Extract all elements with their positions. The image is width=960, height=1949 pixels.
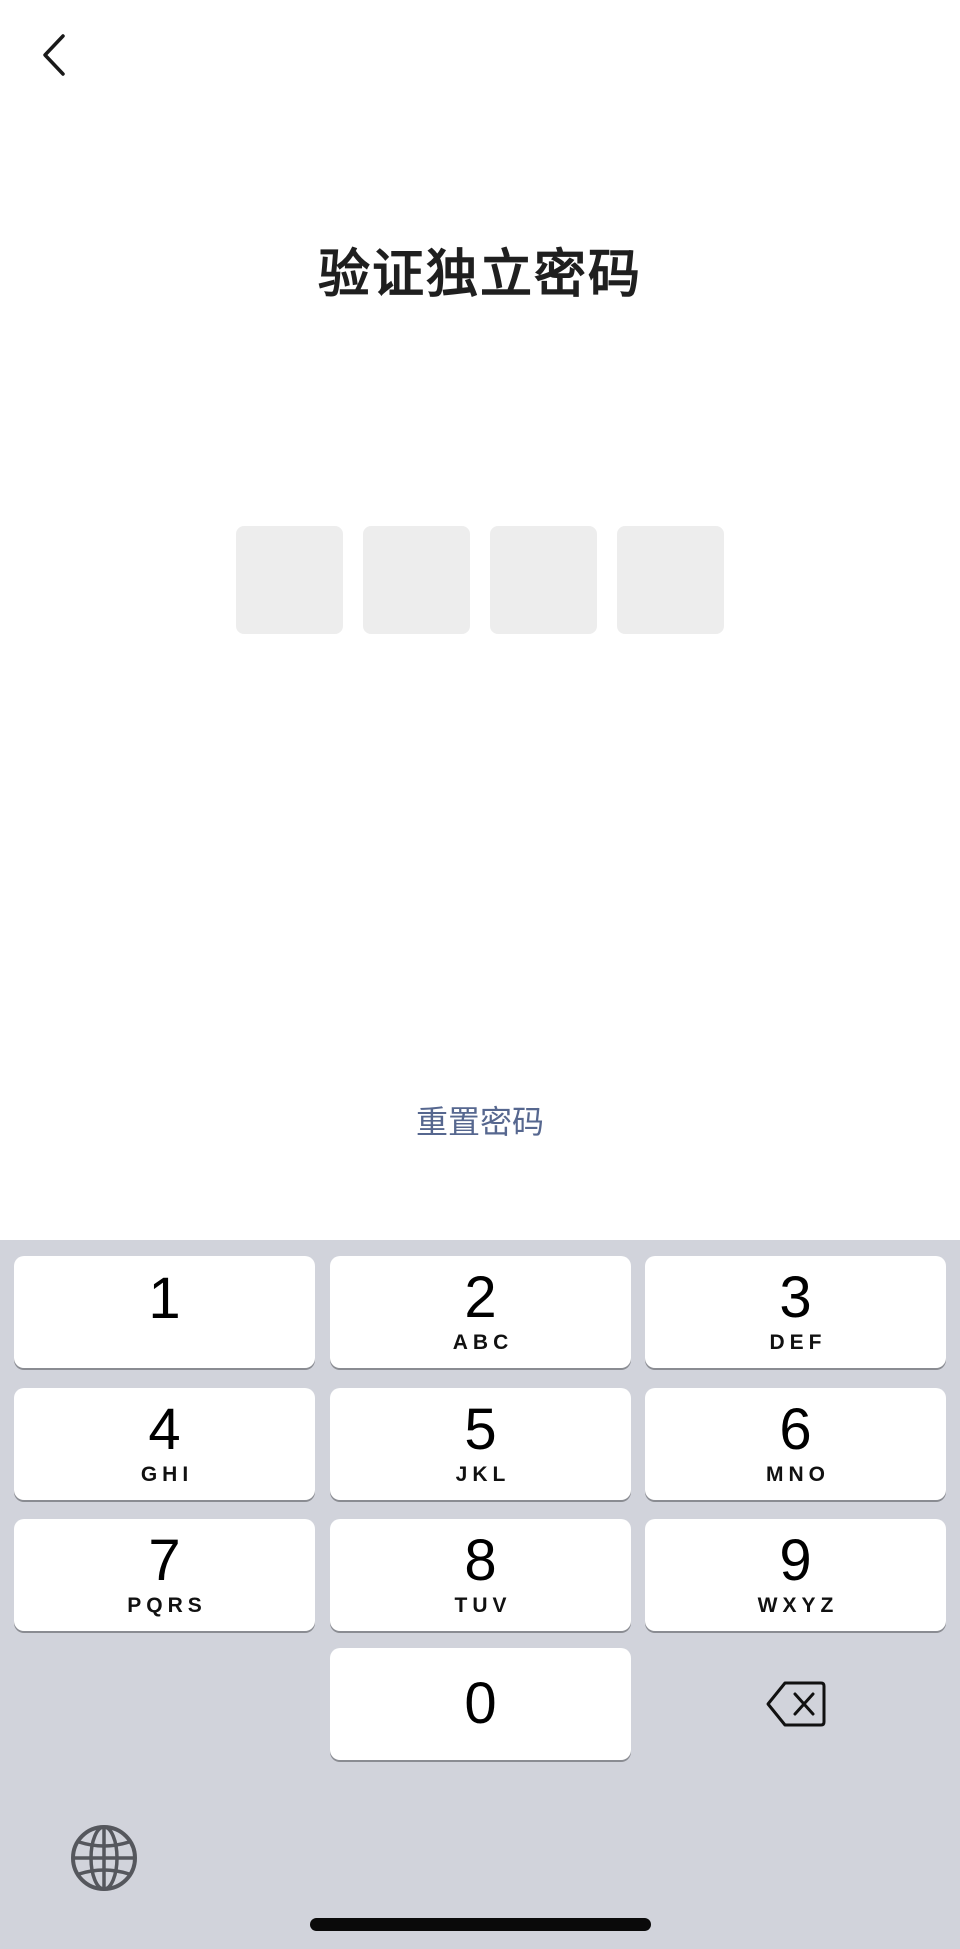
key-8[interactable]: 8 TUV xyxy=(330,1519,631,1631)
key-digit: 6 xyxy=(779,1397,812,1462)
pin-input[interactable] xyxy=(236,526,724,634)
key-2[interactable]: 2 ABC xyxy=(330,1256,631,1368)
home-indicator xyxy=(310,1918,651,1931)
key-0[interactable]: 0 xyxy=(330,1648,631,1760)
key-letters: ABC xyxy=(452,1331,514,1354)
key-letters: PQRS xyxy=(127,1594,207,1617)
key-digit: 0 xyxy=(464,1671,497,1736)
key-letters: TUV xyxy=(454,1594,512,1617)
key-7[interactable]: 7 PQRS xyxy=(14,1519,315,1631)
back-button[interactable] xyxy=(24,20,84,90)
key-digit: 1 xyxy=(148,1266,181,1331)
key-digit: 4 xyxy=(148,1397,181,1462)
key-6[interactable]: 6 MNO xyxy=(645,1388,946,1500)
key-letters: DEF xyxy=(769,1331,827,1354)
delete-button[interactable] xyxy=(645,1648,946,1760)
key-letters: MNO xyxy=(766,1463,830,1486)
key-3[interactable]: 3 DEF xyxy=(645,1256,946,1368)
globe-icon xyxy=(71,1825,137,1891)
key-9[interactable]: 9 WXYZ xyxy=(645,1519,946,1631)
key-letters: JKL xyxy=(455,1463,511,1486)
key-digit: 2 xyxy=(464,1265,497,1330)
chevron-left-icon xyxy=(43,34,65,76)
key-digit: 5 xyxy=(464,1397,497,1462)
key-digit: 7 xyxy=(148,1528,181,1593)
key-digit: 3 xyxy=(779,1265,812,1330)
pin-digit-box-1[interactable] xyxy=(236,526,343,634)
key-4[interactable]: 4 GHI xyxy=(14,1388,315,1500)
key-5[interactable]: 5 JKL xyxy=(330,1388,631,1500)
pin-digit-box-4[interactable] xyxy=(617,526,724,634)
pin-digit-box-3[interactable] xyxy=(490,526,597,634)
backspace-icon xyxy=(766,1681,825,1727)
key-letters: GHI xyxy=(140,1463,194,1486)
verify-password-screen: 验证独立密码 重置密码 1 2 ABC 3 DEF 4 GHI 5 JKL 6 … xyxy=(0,0,960,1949)
key-digit: 8 xyxy=(464,1528,497,1593)
key-digit: 9 xyxy=(779,1528,812,1593)
globe-button[interactable] xyxy=(64,1818,144,1898)
reset-password-link[interactable]: 重置密码 xyxy=(0,1095,960,1149)
pin-digit-box-2[interactable] xyxy=(363,526,470,634)
key-1[interactable]: 1 xyxy=(14,1256,315,1368)
page-title: 验证独立密码 xyxy=(317,245,642,305)
key-letters: WXYZ xyxy=(757,1594,839,1617)
